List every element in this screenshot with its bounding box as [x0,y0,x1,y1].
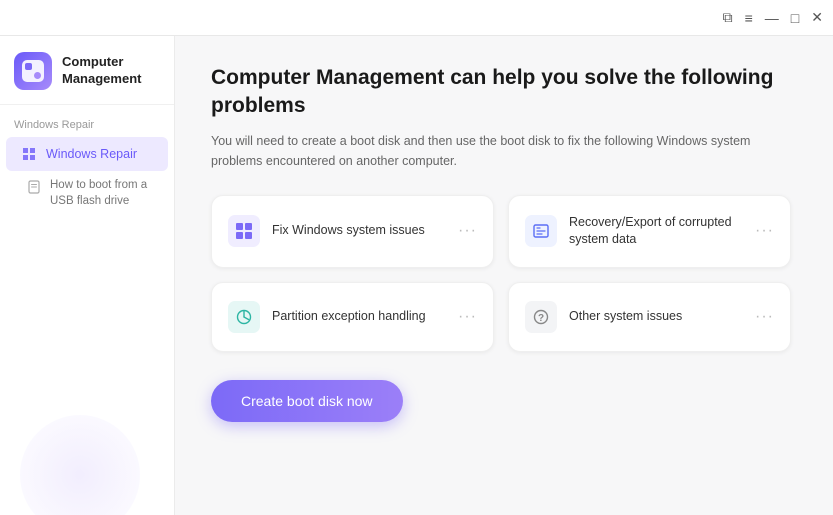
windows-repair-icon [20,145,38,163]
close-icon[interactable]: ✕ [811,9,823,26]
page-title: Computer Management can help you solve t… [211,64,791,121]
features-grid: Fix Windows system issues ··· Recovery/E… [211,195,791,352]
feature-card-other[interactable]: ? Other system issues ··· [508,282,791,352]
title-bar: ⧉ ≡ — □ ✕ [0,0,833,36]
sidebar-section-label: Windows Repair [0,105,174,137]
fix-windows-dots[interactable]: ··· [458,222,477,240]
svg-text:?: ? [538,313,544,324]
feature-card-fix-windows[interactable]: Fix Windows system issues ··· [211,195,494,268]
fix-windows-icon [228,215,260,247]
feedback-icon[interactable]: ⧉ [723,9,733,26]
other-icon: ? [525,301,557,333]
sidebar-bottom [0,216,174,515]
feature-card-recovery[interactable]: Recovery/Export of corrupted system data… [508,195,791,268]
main-content: Computer Management can help you solve t… [175,36,833,515]
partition-label: Partition exception handling [272,308,446,326]
app-logo-inner [22,60,44,82]
recovery-dots[interactable]: ··· [755,222,774,240]
other-label: Other system issues [569,308,743,326]
minimize-icon[interactable]: — [765,10,779,26]
other-dots[interactable]: ··· [755,308,774,326]
boot-usb-icon [26,179,42,195]
app-logo [14,52,52,90]
sidebar: Computer Management Windows Repair Windo… [0,36,175,515]
feature-card-partition[interactable]: Partition exception handling ··· [211,282,494,352]
fix-windows-label: Fix Windows system issues [272,222,446,240]
app-title: Computer Management [62,54,141,88]
sidebar-item-boot-usb[interactable]: How to boot from a USB flash drive [6,171,168,216]
maximize-icon[interactable]: □ [791,10,799,26]
recovery-icon [525,215,557,247]
sidebar-item-windows-repair[interactable]: Windows Repair [6,137,168,171]
sidebar-header: Computer Management [0,36,174,105]
create-boot-disk-button[interactable]: Create boot disk now [211,380,403,422]
partition-icon [228,301,260,333]
sidebar-item-label-boot-usb: How to boot from a USB flash drive [50,178,154,209]
partition-dots[interactable]: ··· [458,308,477,326]
sidebar-item-label-windows-repair: Windows Repair [46,147,137,161]
app-container: Computer Management Windows Repair Windo… [0,36,833,515]
decorative-circle [20,415,140,515]
page-description: You will need to create a boot disk and … [211,131,771,171]
window-controls[interactable]: ⧉ ≡ — □ ✕ [723,9,823,26]
recovery-label: Recovery/Export of corrupted system data [569,214,743,249]
menu-icon[interactable]: ≡ [745,10,753,26]
